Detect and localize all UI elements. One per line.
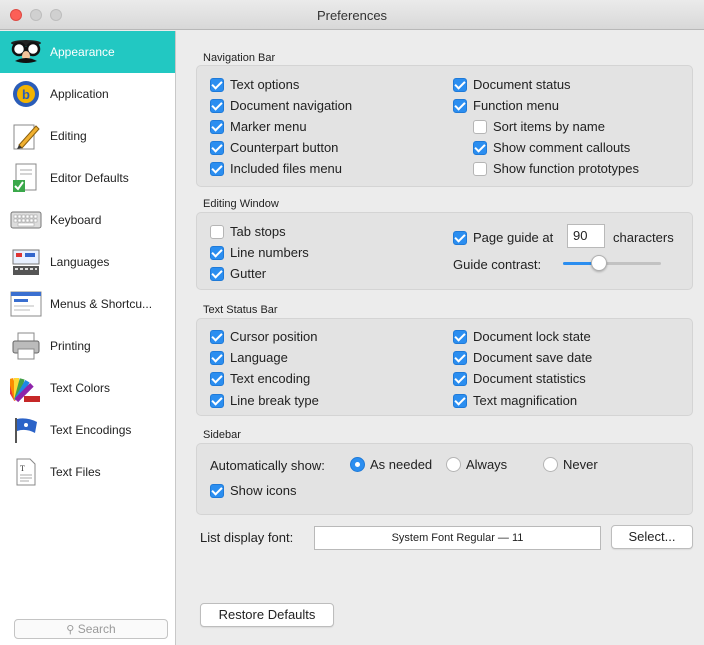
show-function-prototypes-checkbox[interactable]: Show function prototypes xyxy=(473,161,639,176)
flag-icon xyxy=(9,414,43,446)
document-navigation-checkbox[interactable]: Document navigation xyxy=(210,98,352,113)
title-bar: Preferences xyxy=(0,0,704,30)
radio-as-needed[interactable]: As needed xyxy=(350,457,432,472)
sidebar-item-label: Text Encodings xyxy=(50,423,132,437)
show-icons-checkbox[interactable]: Show icons xyxy=(210,483,296,498)
sidebar-item-label: Text Colors xyxy=(50,381,111,395)
sidebar-item-keyboard[interactable]: Keyboard xyxy=(0,199,175,241)
marker-menu-checkbox[interactable]: Marker menu xyxy=(210,119,307,134)
sidebar-item-application[interactable]: b Application xyxy=(0,73,175,115)
search-icon: ⚲ xyxy=(66,624,75,636)
sidebar-item-label: Printing xyxy=(50,339,91,353)
sidebar-item-label: Menus & Shortcu... xyxy=(50,297,153,311)
text-encoding-checkbox[interactable]: Text encoding xyxy=(210,371,310,386)
preferences-sidebar: Appearance b Application Editing Editor … xyxy=(0,31,176,645)
document-statistics-checkbox[interactable]: Document statistics xyxy=(453,371,586,386)
gutter-checkbox[interactable]: Gutter xyxy=(210,266,266,281)
printer-icon xyxy=(9,330,43,362)
characters-label: characters xyxy=(613,230,674,245)
page-guide-checkbox[interactable]: Page guide at xyxy=(453,230,553,245)
color-swatches-icon xyxy=(9,372,43,404)
document-status-checkbox[interactable]: Document status xyxy=(453,77,571,92)
window-title: Preferences xyxy=(316,8,388,23)
tab-stops-checkbox[interactable]: Tab stops xyxy=(210,224,286,239)
radio-never[interactable]: Never xyxy=(543,457,598,472)
text-file-icon: T xyxy=(9,456,43,488)
text-magnification-checkbox[interactable]: Text magnification xyxy=(453,393,577,408)
bbedit-app-icon: b xyxy=(9,78,43,110)
list-display-font-field[interactable]: System Font Regular — 11 xyxy=(314,526,601,550)
page-guide-columns-field[interactable]: 90 xyxy=(567,224,605,248)
keyboard-icon xyxy=(9,204,43,236)
sidebar-item-editing[interactable]: Editing xyxy=(0,115,175,157)
svg-text:T: T xyxy=(20,464,25,473)
sidebar-item-label: Appearance xyxy=(50,45,115,59)
radio-always[interactable]: Always xyxy=(446,457,507,472)
navigation-bar-heading: Navigation Bar xyxy=(203,52,276,64)
sidebar-item-label: Text Files xyxy=(50,465,101,479)
sidebar-item-label: Languages xyxy=(50,255,110,269)
document-checkmark-icon xyxy=(9,162,43,194)
counterpart-button-checkbox[interactable]: Counterpart button xyxy=(210,140,338,155)
text-options-checkbox[interactable]: Text options xyxy=(210,77,299,92)
included-files-menu-checkbox[interactable]: Included files menu xyxy=(210,161,342,176)
restore-defaults-button[interactable]: Restore Defaults xyxy=(200,603,334,627)
guide-contrast-slider[interactable] xyxy=(563,262,661,265)
document-lock-state-checkbox[interactable]: Document lock state xyxy=(453,329,591,344)
sidebar-item-label: Editing xyxy=(50,129,87,143)
sidebar-item-printing[interactable]: Printing xyxy=(0,325,175,367)
line-break-type-checkbox[interactable]: Line break type xyxy=(210,393,319,408)
pencil-paper-icon xyxy=(9,120,43,152)
guide-contrast-label: Guide contrast: xyxy=(453,257,542,272)
sidebar-item-label: Application xyxy=(50,87,109,101)
languages-icon xyxy=(9,246,43,278)
svg-text:b: b xyxy=(22,87,30,102)
sidebar-item-text-encodings[interactable]: Text Encodings xyxy=(0,409,175,451)
sort-items-by-name-checkbox[interactable]: Sort items by name xyxy=(473,119,605,134)
show-comment-callouts-checkbox[interactable]: Show comment callouts xyxy=(473,140,630,155)
sidebar-item-menus-shortcuts[interactable]: Menus & Shortcu... xyxy=(0,283,175,325)
sidebar-item-editor-defaults[interactable]: Editor Defaults xyxy=(0,157,175,199)
sidebar-search-field[interactable]: ⚲ Search xyxy=(14,619,168,639)
sidebar-item-text-colors[interactable]: Text Colors xyxy=(0,367,175,409)
sidebar-heading: Sidebar xyxy=(203,429,241,441)
select-font-button[interactable]: Select... xyxy=(611,525,693,549)
sidebar-item-appearance[interactable]: Appearance xyxy=(0,31,175,73)
editing-window-heading: Editing Window xyxy=(203,198,279,210)
menu-window-icon xyxy=(9,288,43,320)
disguise-glasses-icon xyxy=(9,36,43,68)
preferences-content: Navigation Bar Text options Document nav… xyxy=(177,31,704,645)
cursor-position-checkbox[interactable]: Cursor position xyxy=(210,329,317,344)
function-menu-checkbox[interactable]: Function menu xyxy=(453,98,559,113)
text-status-bar-heading: Text Status Bar xyxy=(203,304,278,316)
line-numbers-checkbox[interactable]: Line numbers xyxy=(210,245,309,260)
language-checkbox[interactable]: Language xyxy=(210,350,288,365)
document-save-date-checkbox[interactable]: Document save date xyxy=(453,350,592,365)
sidebar-item-languages[interactable]: Languages xyxy=(0,241,175,283)
sidebar-item-text-files[interactable]: T Text Files xyxy=(0,451,175,493)
sidebar-item-label: Keyboard xyxy=(50,213,102,227)
search-placeholder: Search xyxy=(77,622,116,636)
list-display-font-label: List display font: xyxy=(200,530,294,545)
automatically-show-label: Automatically show: xyxy=(210,458,325,473)
sidebar-group xyxy=(196,443,693,515)
sidebar-item-label: Editor Defaults xyxy=(50,171,129,185)
